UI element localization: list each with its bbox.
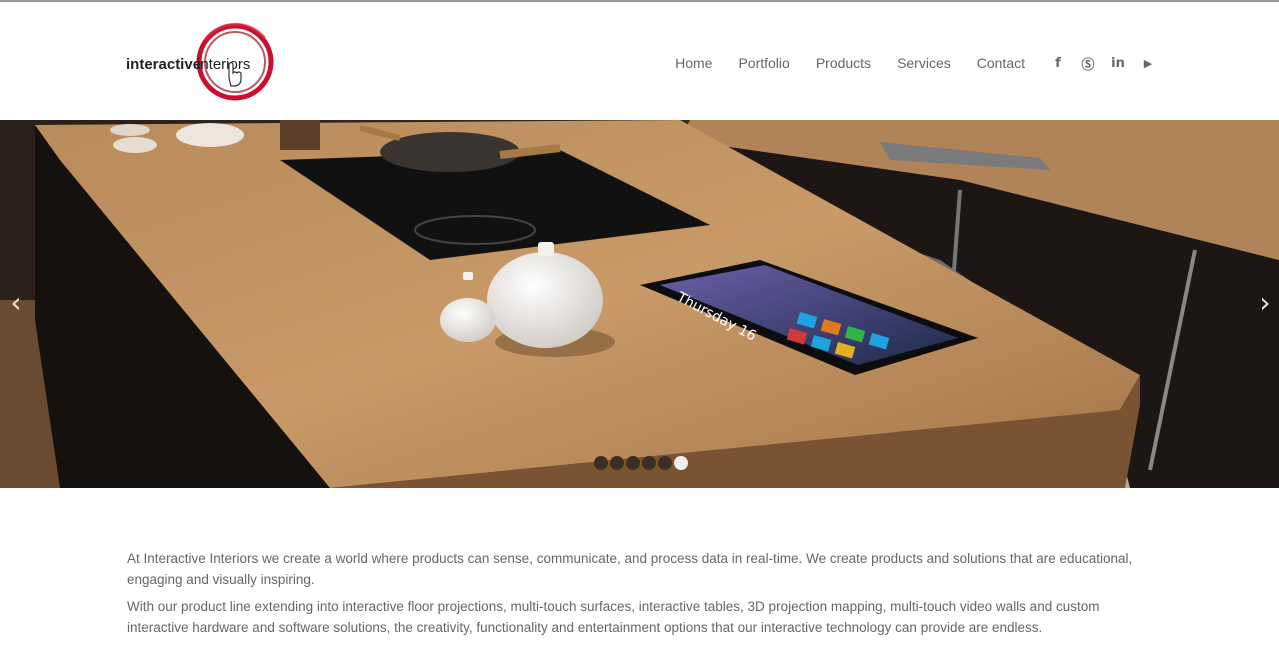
slider-pagination <box>594 456 690 470</box>
social-links: f Ⓢ in ▶ <box>1039 54 1159 73</box>
slider-dot-6-active[interactable] <box>674 456 688 470</box>
logo-text-bold: interactive <box>126 56 201 73</box>
slider-dot-3[interactable] <box>626 456 640 470</box>
slider-dot-4[interactable] <box>642 456 656 470</box>
site-logo[interactable]: interactive interiors <box>125 20 285 106</box>
nav-services[interactable]: Services <box>897 55 951 71</box>
hero-slider[interactable]: Thursday 16 <box>0 120 1279 488</box>
slider-dot-2[interactable] <box>610 456 624 470</box>
skype-icon[interactable]: Ⓢ <box>1077 54 1099 73</box>
intro-content: At Interactive Interiors we create a wor… <box>127 548 1137 644</box>
slide-image-kitchen: Thursday 16 <box>0 120 1279 488</box>
nav-contact[interactable]: Contact <box>977 55 1025 71</box>
intro-paragraph-1: At Interactive Interiors we create a wor… <box>127 551 1133 587</box>
slider-dot-5[interactable] <box>658 456 672 470</box>
site-header: interactive interiors Home Portfolio Pro… <box>0 2 1279 119</box>
logo-text-light: interiors <box>197 56 250 73</box>
slider-dot-1[interactable] <box>594 456 608 470</box>
intro-paragraph-2: With our product line extending into int… <box>127 599 1100 635</box>
slider-next-arrow[interactable]: › <box>1255 288 1275 318</box>
nav-home[interactable]: Home <box>675 55 712 71</box>
youtube-icon[interactable]: ▶ <box>1137 57 1159 70</box>
linkedin-icon[interactable]: in <box>1107 56 1129 71</box>
main-nav: Home Portfolio Products Services Contact… <box>649 53 1159 73</box>
nav-portfolio[interactable]: Portfolio <box>738 55 789 71</box>
facebook-icon[interactable]: f <box>1047 56 1069 71</box>
nav-products[interactable]: Products <box>816 55 871 71</box>
slider-prev-arrow[interactable]: ‹ <box>6 288 26 318</box>
